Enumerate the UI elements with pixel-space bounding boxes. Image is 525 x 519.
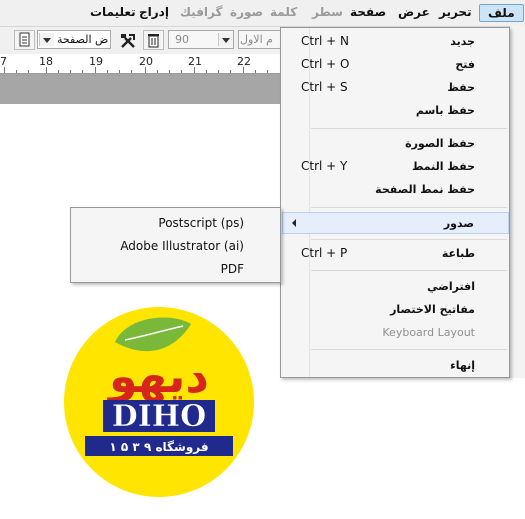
menu-separator [311, 128, 507, 129]
trash-icon[interactable] [143, 30, 164, 50]
ruler-tick [119, 70, 120, 73]
menu-word[interactable]: كلمة [270, 5, 297, 19]
menu-line[interactable]: سطر [312, 5, 343, 19]
shortcut-text: Ctrl + Y [301, 159, 348, 173]
ruler-tick [169, 70, 170, 73]
menu-help[interactable]: تعليمات [90, 5, 136, 19]
submenu-item-pdf[interactable]: PDF [221, 262, 244, 276]
document-icon[interactable] [14, 30, 35, 50]
ruler-label: 21 [188, 55, 202, 68]
menu-edit[interactable]: تحرير [439, 5, 472, 19]
zoom-value: 90 [175, 33, 189, 46]
export-submenu: Postscript (ps) Adobe Illustrator (ai) P… [70, 207, 281, 283]
ruler-tick [95, 67, 96, 73]
page-combo[interactable]: ض الصفحة [37, 30, 111, 49]
ruler-tick [46, 67, 47, 73]
menu-item-save-as[interactable]: حفظ باسم [282, 100, 509, 122]
diho-logo: دیهو DIHO فروشگاه ۹ ۳ ۵ ۱ [64, 307, 254, 497]
shortcut-text: Ctrl + S [301, 80, 348, 94]
tools-icon[interactable] [117, 30, 138, 50]
ruler-tick [255, 70, 256, 73]
ruler-tick [230, 70, 231, 73]
menu-item-label: افتراضي [427, 280, 475, 293]
shortcut-text: Ctrl + P [301, 246, 348, 260]
menu-item-label: حفظ [447, 81, 475, 94]
ruler-tick [28, 70, 29, 73]
menu-item-label: إنهاء [450, 359, 475, 372]
menu-separator [311, 349, 507, 350]
menu-item-label: Keyboard Layout [382, 326, 475, 339]
menu-item-save[interactable]: Ctrl + S حفظ [282, 77, 509, 99]
logo-tagline: فروشگاه ۹ ۳ ۵ ۱ [109, 440, 208, 455]
menu-item-save-style[interactable]: Ctrl + Y حفظ النمط [282, 156, 509, 178]
menu-page[interactable]: صفحة [350, 5, 386, 19]
ruler-tick [131, 70, 132, 73]
ruler-label: 20 [139, 55, 153, 68]
submenu-item-postscript[interactable]: Postscript (ps) [158, 216, 244, 230]
menu-item-save-image[interactable]: حفظ الصورة [282, 133, 509, 155]
ruler-label: 22 [237, 55, 251, 68]
menu-item-label: حفظ باسم [415, 104, 475, 117]
file-menu: Ctrl + N جديد Ctrl + O فتح Ctrl + S حفظ … [280, 27, 510, 378]
ruler-tick [145, 67, 146, 73]
ruler-tick [82, 70, 83, 73]
menu-item-shortcut-keys[interactable]: مفاتيح الاختصار [282, 299, 509, 321]
menu-insert[interactable]: إدراج [139, 5, 169, 19]
menu-graphic[interactable]: گرافيك [180, 5, 223, 19]
style-combo-value: م الاول [240, 33, 273, 46]
ruler-tick [70, 70, 71, 73]
menu-item-export[interactable]: صدور [282, 212, 509, 234]
menu-image[interactable]: صورة [230, 5, 263, 19]
vertical-scrollbar[interactable] [509, 26, 525, 378]
horizontal-ruler: 7 18 19 20 21 22 [0, 54, 280, 74]
submenu-arrow-icon [292, 219, 296, 227]
menu-item-label: جديد [450, 35, 475, 48]
menu-item-label: حفظ الصورة [405, 137, 475, 150]
style-combo[interactable]: م الاول [238, 30, 280, 49]
submenu-item-illustrator[interactable]: Adobe Illustrator (ai) [120, 239, 244, 253]
menu-item-keyboard-layout[interactable]: Keyboard Layout [282, 322, 509, 344]
logo-latin-text: DIHO [112, 399, 207, 434]
logo-arabic-text: دیهو [107, 349, 209, 403]
menu-item-exit[interactable]: إنهاء [282, 355, 509, 377]
chevron-down-icon[interactable] [39, 33, 54, 46]
menu-item-defaults[interactable]: افتراضي [282, 276, 509, 298]
ruler-tick [157, 70, 158, 73]
canvas-background [0, 74, 280, 104]
menu-item-save-page-style[interactable]: حفظ نمط الصفحة [282, 179, 509, 201]
ruler-tick [4, 67, 5, 73]
menu-view[interactable]: عرض [398, 5, 430, 19]
menu-item-label: فتح [455, 58, 475, 71]
menu-separator [311, 239, 507, 240]
menu-item-open[interactable]: Ctrl + O فتح [282, 54, 509, 76]
menu-item-label: حفظ النمط [412, 160, 475, 173]
ruler-label: 19 [89, 55, 103, 68]
menu-item-label: صدور [443, 217, 474, 230]
menu-item-new[interactable]: Ctrl + N جديد [282, 31, 509, 53]
shortcut-text: Ctrl + N [301, 34, 350, 48]
ruler-tick [206, 70, 207, 73]
menu-file[interactable]: ملف [479, 4, 524, 22]
ruler-tick [181, 70, 182, 73]
chevron-down-icon[interactable] [218, 33, 233, 46]
ruler-tick [243, 67, 244, 73]
menu-separator [311, 207, 507, 208]
menu-item-label: مفاتيح الاختصار [390, 303, 475, 316]
ruler-tick [218, 70, 219, 73]
menu-item-print[interactable]: Ctrl + P طباعة [282, 243, 509, 265]
shortcut-text: Ctrl + O [301, 57, 350, 71]
ruler-tick [107, 70, 108, 73]
ruler-tick [16, 70, 17, 73]
menu-bar: ملف تحرير عرض صفحة سطر كلمة صورة گرافيك … [0, 0, 525, 27]
zoom-combo[interactable]: 90 [168, 30, 234, 49]
ruler-tick [194, 67, 195, 73]
page-combo-value: ض الصفحة [57, 33, 109, 46]
ruler-tick [267, 70, 268, 73]
menu-item-label: حفظ نمط الصفحة [375, 183, 475, 196]
ruler-tick [58, 70, 59, 73]
menu-item-label: طباعة [441, 247, 475, 260]
menu-separator [311, 270, 507, 271]
